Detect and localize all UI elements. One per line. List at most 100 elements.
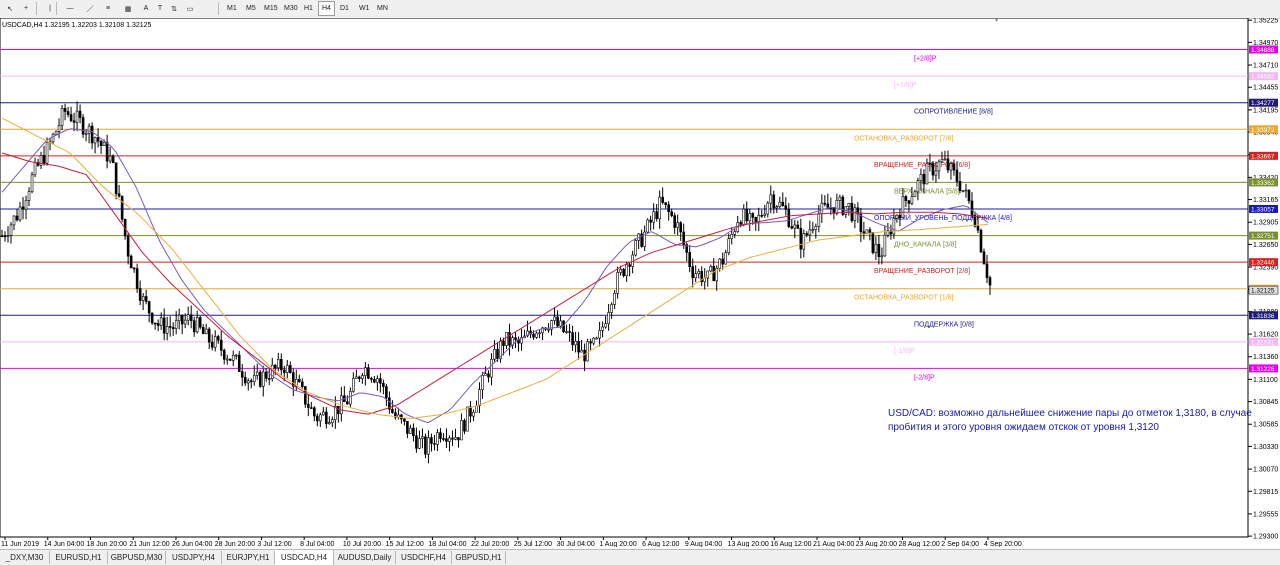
candle-body (574, 340, 577, 346)
candle-body (111, 155, 115, 164)
candle-body (219, 339, 223, 351)
chart-tab[interactable]: USDCHF,H4 (396, 551, 452, 564)
horizontal-line-icon[interactable]: — (62, 1, 78, 16)
candle-body (325, 411, 328, 425)
candle-body (322, 411, 325, 416)
candle-body (454, 437, 457, 440)
price-chart[interactable]: ▾ 1.352251.349701.347101.344551.341951.33… (0, 17, 1280, 548)
candle-body (802, 233, 806, 250)
candle-body (165, 326, 169, 334)
chart-tab[interactable]: EURJPY,H1 (222, 551, 275, 564)
candle-body (331, 419, 334, 423)
rectangle-icon[interactable]: ▭ (182, 1, 198, 16)
candle-body (487, 373, 490, 378)
candle-body (592, 337, 595, 344)
chart-tab[interactable]: GBPUSD,H1 (452, 551, 506, 564)
candle-body (787, 209, 791, 227)
candle-body (189, 314, 193, 322)
candle-body (99, 140, 103, 146)
cursor-icon[interactable]: ↖ (2, 1, 18, 16)
candle-body (246, 380, 250, 384)
candle-body (538, 332, 541, 335)
x-tick-label: 3 Jul 12:00 (257, 541, 291, 547)
timeframe-h4-button[interactable]: H4 (318, 1, 335, 16)
candle-body (198, 317, 202, 328)
candle-body (709, 266, 713, 272)
timeframe-mn-button[interactable]: MN (374, 1, 391, 16)
candle-body (658, 196, 661, 220)
candle-body (15, 215, 19, 221)
level-price-text: 1.34888 (1251, 47, 1275, 54)
chart-tab[interactable]: GBPUSD,M30 (108, 551, 166, 564)
candle-body (114, 162, 118, 195)
equidistant-channel-icon[interactable]: ≡ (100, 1, 116, 16)
candle-body (108, 155, 112, 162)
candle-body (577, 340, 580, 353)
level-price-text: 1.32751 (1251, 233, 1275, 240)
arrows-icon[interactable]: ⇅ (166, 1, 182, 16)
crosshair-icon[interactable]: + (18, 1, 34, 16)
x-tick-label: 23 Aug 20:00 (856, 541, 897, 547)
candle-body (258, 371, 262, 387)
y-tick-label: 1.34195 (1253, 107, 1278, 114)
chart-tab[interactable]: EURUSD,H1 (50, 551, 108, 564)
candle-body (937, 161, 941, 172)
candle-body (409, 427, 412, 434)
candle-body (568, 331, 571, 333)
candle-body (87, 125, 91, 134)
candle-body (796, 224, 800, 229)
candle-body (177, 314, 181, 322)
candle-body (117, 193, 121, 197)
candle-body (276, 358, 280, 369)
candle-body (234, 354, 238, 357)
timeframe-m5-button[interactable]: M5 (243, 1, 259, 16)
fibonacci-icon[interactable]: ▦ (120, 1, 136, 16)
timeframe-m1-button[interactable]: M1 (224, 1, 240, 16)
level-price-text: 1.33057 (1251, 206, 1275, 213)
level-label: ОСТАНОВКА_РАЗВОРОТ [1/8] (854, 295, 954, 302)
chart-tab[interactable]: USDJPY,H4 (166, 551, 222, 564)
timeframe-w1-button[interactable]: W1 (356, 1, 373, 16)
candle-body (93, 137, 97, 144)
chart-tab[interactable]: _DXY,M30 (0, 551, 50, 564)
level-label: [+2/8]P (914, 56, 937, 63)
trendline-icon[interactable]: ／ (82, 1, 98, 16)
candle-body (814, 226, 818, 230)
timeframe-m30-button[interactable]: M30 (281, 1, 301, 16)
candle-body (273, 364, 277, 369)
candle-body (307, 403, 310, 408)
candle-body (192, 320, 196, 333)
candle-body (3, 235, 7, 238)
level-label: ВРАЩЕНИЕ_РАЗВОРОТ [2/8] (874, 268, 970, 275)
candle-body (90, 125, 94, 144)
candle-body (622, 268, 625, 277)
candle-body (718, 258, 722, 269)
candle-body (370, 377, 373, 380)
candle-body (874, 243, 878, 254)
chart-tab[interactable]: AUDUSD,Daily (334, 551, 396, 564)
chart-area[interactable]: ▾ 1.35225 1.34970 1.34710 1.34455 1.34195 1.33… (0, 17, 1280, 548)
candle-body (451, 437, 454, 440)
candle-body (42, 155, 46, 164)
candle-body (463, 420, 466, 432)
candle-body (391, 408, 394, 413)
candle-body (838, 196, 842, 201)
candle-body (559, 320, 562, 327)
candle-body (243, 376, 247, 384)
candle-body (619, 268, 622, 273)
candle-body (457, 437, 460, 441)
timeframe-m15-button[interactable]: M15 (261, 1, 281, 16)
candle-body (237, 354, 241, 372)
toolbar: ↖ + | — ／ ≡ ▦ A T ⇅ ▭ M1 M5 M15 M30 H1 H4 D1 W1 MN (0, 0, 1280, 19)
candle-body (790, 226, 794, 229)
candle-body (946, 158, 950, 171)
candle-body (667, 204, 670, 213)
timeframe-h1-button[interactable]: H1 (301, 1, 316, 16)
chart-tab[interactable]: USDCAD,H4 (275, 550, 334, 565)
candle-body (439, 432, 442, 439)
candle-body (379, 378, 382, 384)
x-tick-label: 15 Jul 12:00 (386, 541, 424, 547)
candle-body (805, 233, 809, 236)
candle-body (694, 273, 698, 279)
timeframe-d1-button[interactable]: D1 (337, 1, 352, 16)
